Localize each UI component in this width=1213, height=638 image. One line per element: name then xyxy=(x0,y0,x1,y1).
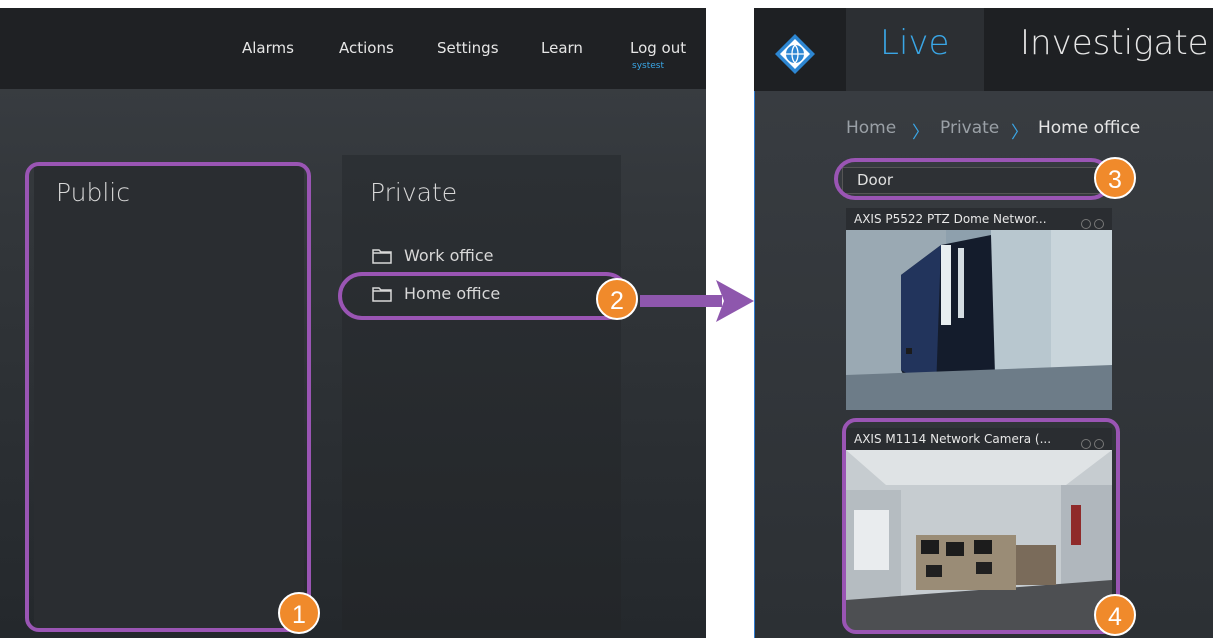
tab-investigate[interactable]: Investigate xyxy=(1020,23,1209,63)
folder-label: Work office xyxy=(404,246,494,265)
private-views-panel xyxy=(342,155,621,630)
folder-work-office[interactable]: Work office xyxy=(372,246,494,265)
nav-logout[interactable]: Log out xyxy=(630,39,686,57)
logged-in-username: systest xyxy=(632,61,664,71)
camera-feed-image xyxy=(846,230,1112,410)
camera-status-icon xyxy=(1078,214,1104,233)
tab-live-label: Live xyxy=(880,23,950,63)
search-highlight xyxy=(834,158,1112,200)
breadcrumb-separator-icon: 〉 xyxy=(1011,123,1028,143)
camera-title: AXIS P5522 PTZ Dome Networ... xyxy=(846,208,1112,230)
callout-badge: 2 xyxy=(596,278,638,320)
nav-settings[interactable]: Settings xyxy=(437,39,499,57)
folder-icon xyxy=(372,249,392,264)
home-office-highlight xyxy=(338,272,630,320)
breadcrumb-current: Home office xyxy=(1038,118,1141,138)
callout-badge: 3 xyxy=(1094,157,1136,199)
public-highlight xyxy=(25,162,311,632)
nav-alarms[interactable]: Alarms xyxy=(242,39,294,57)
breadcrumb-home[interactable]: Home xyxy=(846,118,896,138)
arrow-icon xyxy=(640,280,754,322)
nav-learn[interactable]: Learn xyxy=(541,39,583,57)
breadcrumb-private[interactable]: Private xyxy=(940,118,999,138)
camera-highlight xyxy=(842,418,1120,634)
nav-actions[interactable]: Actions xyxy=(339,39,394,57)
breadcrumb-separator-icon: 〉 xyxy=(912,123,929,143)
camera-tile[interactable]: AXIS P5522 PTZ Dome Networ... xyxy=(846,208,1112,410)
private-views-title: Private xyxy=(370,178,458,207)
app-logo-icon xyxy=(775,34,815,74)
callout-badge: 1 xyxy=(278,592,320,634)
callout-badge: 4 xyxy=(1094,594,1136,636)
